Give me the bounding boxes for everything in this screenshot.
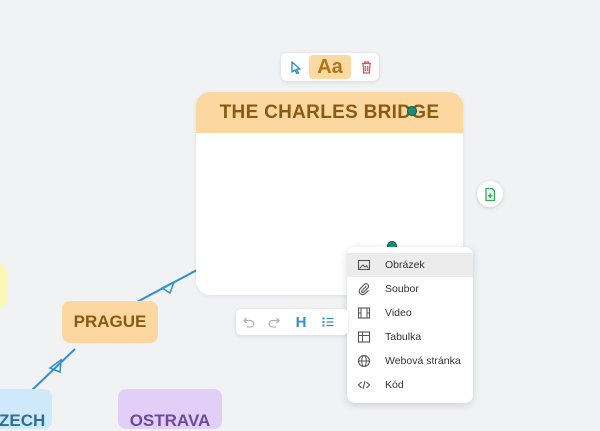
- undo-button[interactable]: [240, 313, 258, 331]
- node-ostrava-label: OSTRAVA: [129, 411, 211, 430]
- undo-icon: [243, 317, 255, 328]
- delete-button[interactable]: [355, 55, 377, 79]
- add-file-icon: [485, 187, 496, 201]
- node-prague[interactable]: PRAGUE: [62, 301, 158, 343]
- card-header[interactable]: THE CHARLES BRIDGE: [196, 92, 463, 133]
- list-icon: [322, 317, 334, 327]
- node-prague-label: PRAGUE: [73, 312, 147, 331]
- text-style-label: Aa: [317, 55, 343, 78]
- menu-item-video[interactable]: Video: [347, 301, 473, 325]
- menu-item-label: Webová stránka: [385, 355, 461, 367]
- list-button[interactable]: [319, 313, 337, 331]
- connector-czech-prague: [29, 348, 76, 393]
- menu-item-label: Soubor: [385, 283, 419, 295]
- image-icon: [357, 259, 371, 271]
- node-yellow-partial[interactable]: [0, 264, 7, 308]
- node-czech[interactable]: CZECH: [0, 389, 52, 430]
- select-button[interactable]: [285, 55, 307, 79]
- menu-item-webpage[interactable]: Webová stránka: [347, 349, 473, 373]
- connector-arrow: [160, 280, 176, 295]
- paperclip-icon: [358, 283, 370, 296]
- menu-item-label: Video: [385, 307, 412, 319]
- globe-icon: [357, 354, 371, 368]
- heading-button[interactable]: H: [292, 313, 310, 331]
- menu-item-label: Kód: [385, 379, 404, 391]
- node-czech-label: CZECH: [0, 411, 46, 430]
- cursor-arrow-icon: [291, 61, 301, 74]
- redo-button[interactable]: [265, 313, 283, 331]
- heading-label: H: [295, 313, 307, 331]
- menu-item-image[interactable]: Obrázek: [347, 253, 473, 277]
- node-ostrava[interactable]: OSTRAVA: [118, 389, 222, 430]
- video-icon: [357, 307, 371, 319]
- menu-item-code[interactable]: Kód: [347, 373, 473, 397]
- menu-item-label: Obrázek: [385, 259, 425, 271]
- editor-toolbar: H: [236, 309, 348, 335]
- menu-item-label: Tabulka: [385, 331, 422, 343]
- insert-menu: Obrázek Soubor Video Tabulka Webová strá…: [347, 247, 473, 403]
- add-file-button[interactable]: [477, 181, 503, 207]
- redo-icon: [268, 317, 280, 328]
- table-icon: [357, 331, 371, 343]
- node-toolbar: Aa: [281, 53, 379, 81]
- text-style-button[interactable]: Aa: [309, 55, 351, 79]
- menu-item-file[interactable]: Soubor: [347, 277, 473, 301]
- trash-icon: [361, 61, 371, 74]
- menu-item-table[interactable]: Tabulka: [347, 325, 473, 349]
- resize-handle-top[interactable]: [407, 106, 417, 116]
- code-icon: [357, 380, 371, 390]
